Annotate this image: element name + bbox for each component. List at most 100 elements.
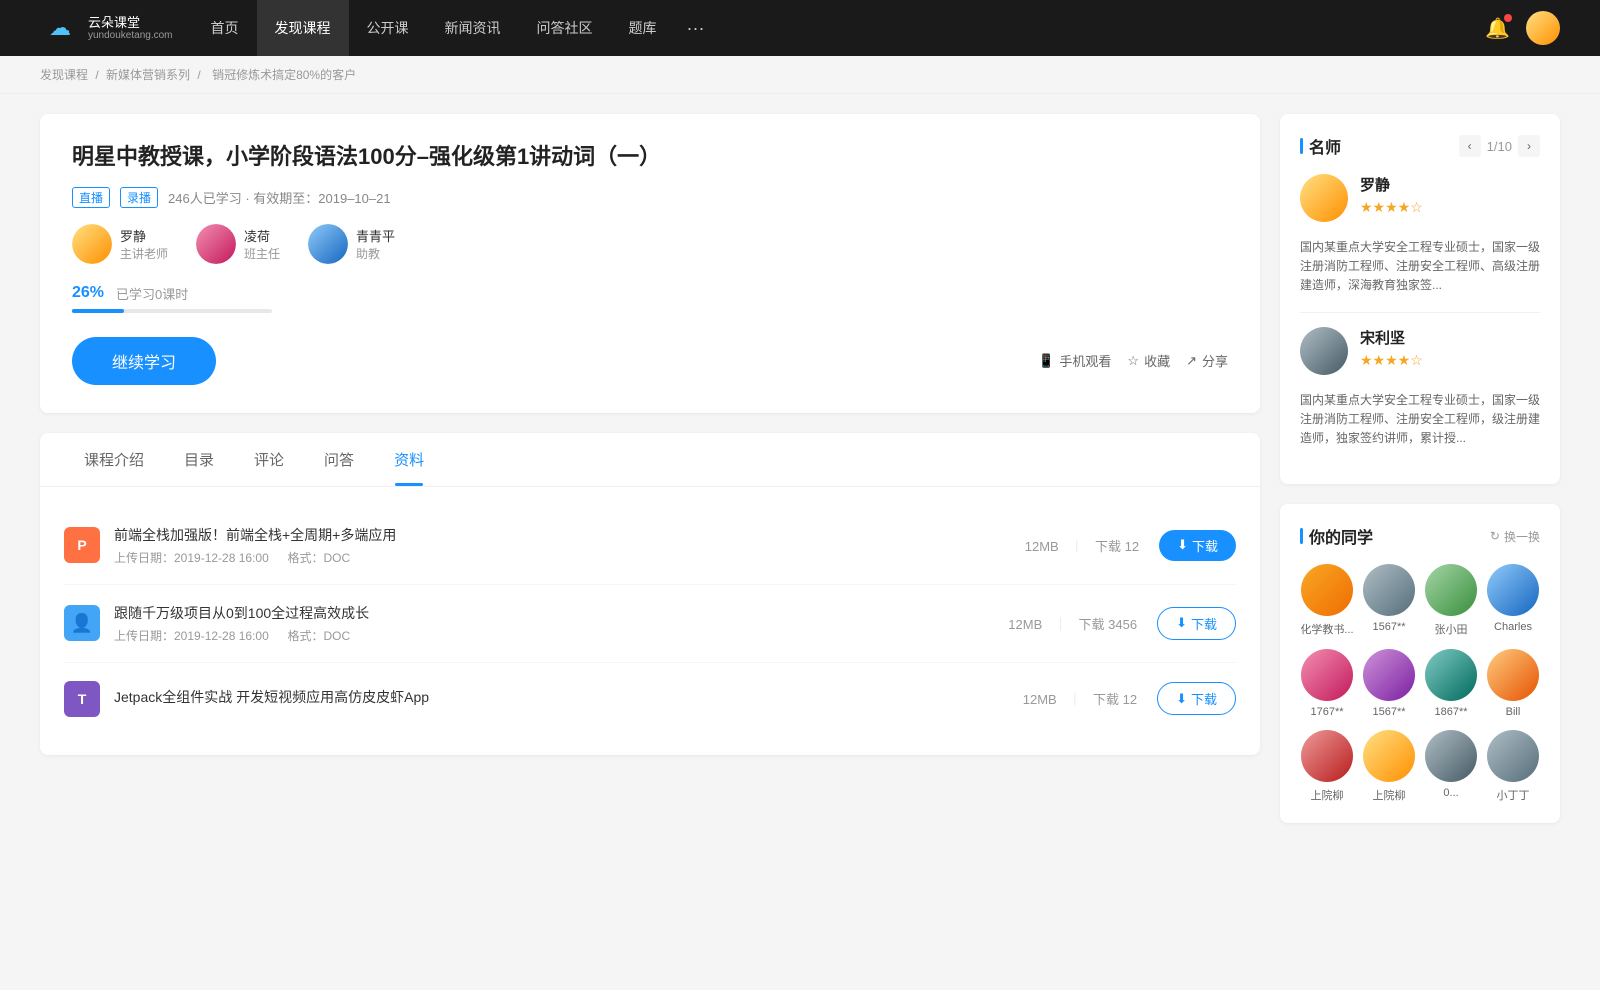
nav-open[interactable]: 公开课 <box>349 0 427 56</box>
progress-section: 26% 已学习0课时 <box>72 284 1228 313</box>
sidebar-teacher-2-stars: ★★★★☆ <box>1360 352 1540 369</box>
classmate-9-avatar[interactable] <box>1301 730 1353 782</box>
resource-3-name: Jetpack全组件实战 开发短视频应用高仿皮皮虾App <box>114 687 1023 707</box>
classmate-5-name: 1767** <box>1310 706 1343 718</box>
classmate-6-name: 1567** <box>1372 706 1405 718</box>
resource-1-download-button[interactable]: ⬇ 下载 <box>1159 530 1236 561</box>
resource-1-size: 12MB <box>1025 539 1059 554</box>
resource-2-meta: 上传日期：2019-12-28 16:00 格式：DOC <box>114 627 1008 644</box>
resource-1-icon: P <box>64 527 100 563</box>
nav-more[interactable]: ··· <box>675 0 717 56</box>
navbar-right: 🔔 <box>1485 11 1560 45</box>
notification-dot <box>1504 14 1512 22</box>
resource-2-download-button[interactable]: ⬇ 下载 <box>1157 607 1236 640</box>
main-layout: 明星中教授课，小学阶段语法100分–强化级第1讲动词（一） 直播 录播 246人… <box>0 94 1600 863</box>
resource-2-size: 12MB <box>1008 617 1042 632</box>
resource-1-meta-sep <box>272 551 284 565</box>
resource-1-date: 上传日期：2019-12-28 16:00 <box>114 551 269 565</box>
phone-watch-button[interactable]: 📱 手机观看 <box>1038 351 1111 370</box>
sidebar-teacher-1: 罗静 ★★★★☆ <box>1300 174 1540 222</box>
classmates-refresh-button[interactable]: ↻ 换一换 <box>1490 528 1540 545</box>
resource-2-date: 上传日期：2019-12-28 16:00 <box>114 629 269 643</box>
classmate-5-avatar[interactable] <box>1301 649 1353 701</box>
classmate-11-avatar[interactable] <box>1425 730 1477 782</box>
tag-live: 直播 <box>72 187 110 208</box>
download-1-icon: ⬇ <box>1177 537 1188 553</box>
tab-catalog[interactable]: 目录 <box>164 433 234 486</box>
teachers-divider <box>1300 312 1540 313</box>
classmate-8-avatar[interactable] <box>1487 649 1539 701</box>
nav-home[interactable]: 首页 <box>193 0 257 56</box>
classmate-8-name: Bill <box>1506 706 1521 718</box>
teachers-prev-button[interactable]: ‹ <box>1459 135 1481 157</box>
classmate-7: 1867** <box>1424 649 1478 718</box>
classmate-12-name: 小丁丁 <box>1497 787 1530 803</box>
sidebar-teacher-2: 宋利坚 ★★★★☆ <box>1300 327 1540 375</box>
teacher-1-name: 罗静 <box>120 226 168 245</box>
teachers-next-button[interactable]: › <box>1518 135 1540 157</box>
resource-2-name: 跟随千万级项目从0到100全过程高效成长 <box>114 603 1008 623</box>
sidebar-teacher-1-desc: 国内某重点大学安全工程专业硕士，国家一级注册消防工程师、注册安全工程师、高级注册… <box>1300 238 1540 296</box>
breadcrumb-discover[interactable]: 发现课程 <box>40 68 88 82</box>
classmate-7-avatar[interactable] <box>1425 649 1477 701</box>
tab-resource[interactable]: 资料 <box>374 433 444 486</box>
user-avatar-nav[interactable] <box>1526 11 1560 45</box>
resource-item-3: T Jetpack全组件实战 开发短视频应用高仿皮皮虾App 12MB ｜ 下载… <box>64 663 1236 735</box>
classmate-10-name: 上院柳 <box>1373 787 1406 803</box>
title-bar-accent <box>1300 138 1303 154</box>
teacher-2-name: 凌荷 <box>244 226 280 245</box>
resource-2-info: 跟随千万级项目从0到100全过程高效成长 上传日期：2019-12-28 16:… <box>114 603 1008 644</box>
bell-icon[interactable]: 🔔 <box>1485 16 1510 41</box>
classmate-9-name: 上院柳 <box>1311 787 1344 803</box>
collect-button[interactable]: ☆ 收藏 <box>1127 351 1170 370</box>
nav-discover[interactable]: 发现课程 <box>257 0 349 56</box>
classmates-sidebar-header: 你的同学 ↻ 换一换 <box>1300 524 1540 548</box>
teacher-1: 罗静 主讲老师 <box>72 224 168 264</box>
sidebar-teacher-2-info: 宋利坚 ★★★★☆ <box>1360 327 1540 369</box>
nav-quiz[interactable]: 题库 <box>611 0 675 56</box>
resource-3-downloads: 下载 12 <box>1093 692 1137 707</box>
actions-row: 继续学习 📱 手机观看 ☆ 收藏 ↗ 分享 <box>72 337 1228 385</box>
share-button[interactable]: ↗ 分享 <box>1186 351 1228 370</box>
breadcrumb-series[interactable]: 新媒体营销系列 <box>106 68 190 82</box>
classmate-3-avatar[interactable] <box>1425 564 1477 616</box>
classmates-title-bar <box>1300 528 1303 544</box>
nav-news[interactable]: 新闻资讯 <box>427 0 519 56</box>
progress-label: 26% 已学习0课时 <box>72 284 1228 303</box>
classmate-4-avatar[interactable] <box>1487 564 1539 616</box>
classmate-1-avatar[interactable] <box>1301 564 1353 616</box>
resource-2-icon: 👤 <box>64 605 100 641</box>
tab-qa[interactable]: 问答 <box>304 433 374 486</box>
course-meta: 246人已学习 · 有效期至：2019–10–21 <box>168 188 391 207</box>
share-label: 分享 <box>1202 351 1228 370</box>
logo[interactable]: ☁ 云朵课堂 yundouketang.com <box>40 8 173 48</box>
cloud-icon: ☁ <box>49 15 71 41</box>
navbar: ☁ 云朵课堂 yundouketang.com 首页 发现课程 公开课 新闻资讯… <box>0 0 1600 56</box>
teachers-sidebar-header: 名师 ‹ 1/10 › <box>1300 134 1540 158</box>
tab-review[interactable]: 评论 <box>234 433 304 486</box>
classmate-10: 上院柳 <box>1362 730 1416 803</box>
classmate-2-avatar[interactable] <box>1363 564 1415 616</box>
resource-3-icon: T <box>64 681 100 717</box>
classmate-10-avatar[interactable] <box>1363 730 1415 782</box>
classmate-12-avatar[interactable] <box>1487 730 1539 782</box>
download-1-label: 下载 <box>1192 536 1218 555</box>
nav-qa[interactable]: 问答社区 <box>519 0 611 56</box>
tag-rec: 录播 <box>120 187 158 208</box>
teacher-1-info: 罗静 主讲老师 <box>120 226 168 262</box>
logo-sub: yundouketang.com <box>88 30 173 41</box>
continue-button[interactable]: 继续学习 <box>72 337 216 385</box>
tabs-content: P 前端全栈加强版！前端全栈+全周期+多端应用 上传日期：2019-12-28 … <box>40 487 1260 755</box>
tab-intro[interactable]: 课程介绍 <box>64 433 164 486</box>
course-card: 明星中教授课，小学阶段语法100分–强化级第1讲动词（一） 直播 录播 246人… <box>40 114 1260 413</box>
classmate-3: 张小田 <box>1424 564 1478 637</box>
resource-3-download-button[interactable]: ⬇ 下载 <box>1157 682 1236 715</box>
download-3-label: 下载 <box>1191 689 1217 708</box>
classmate-4-name: Charles <box>1494 621 1532 633</box>
teacher-1-role: 主讲老师 <box>120 245 168 262</box>
breadcrumb-current: 销冠修炼术搞定80%的客户 <box>212 68 356 82</box>
classmate-6-avatar[interactable] <box>1363 649 1415 701</box>
teachers-title-text: 名师 <box>1309 134 1341 158</box>
classmates-sidebar-card: 你的同学 ↻ 换一换 化学教书... 1567** 张小田 <box>1280 504 1560 823</box>
progress-bar-fill <box>72 309 124 313</box>
